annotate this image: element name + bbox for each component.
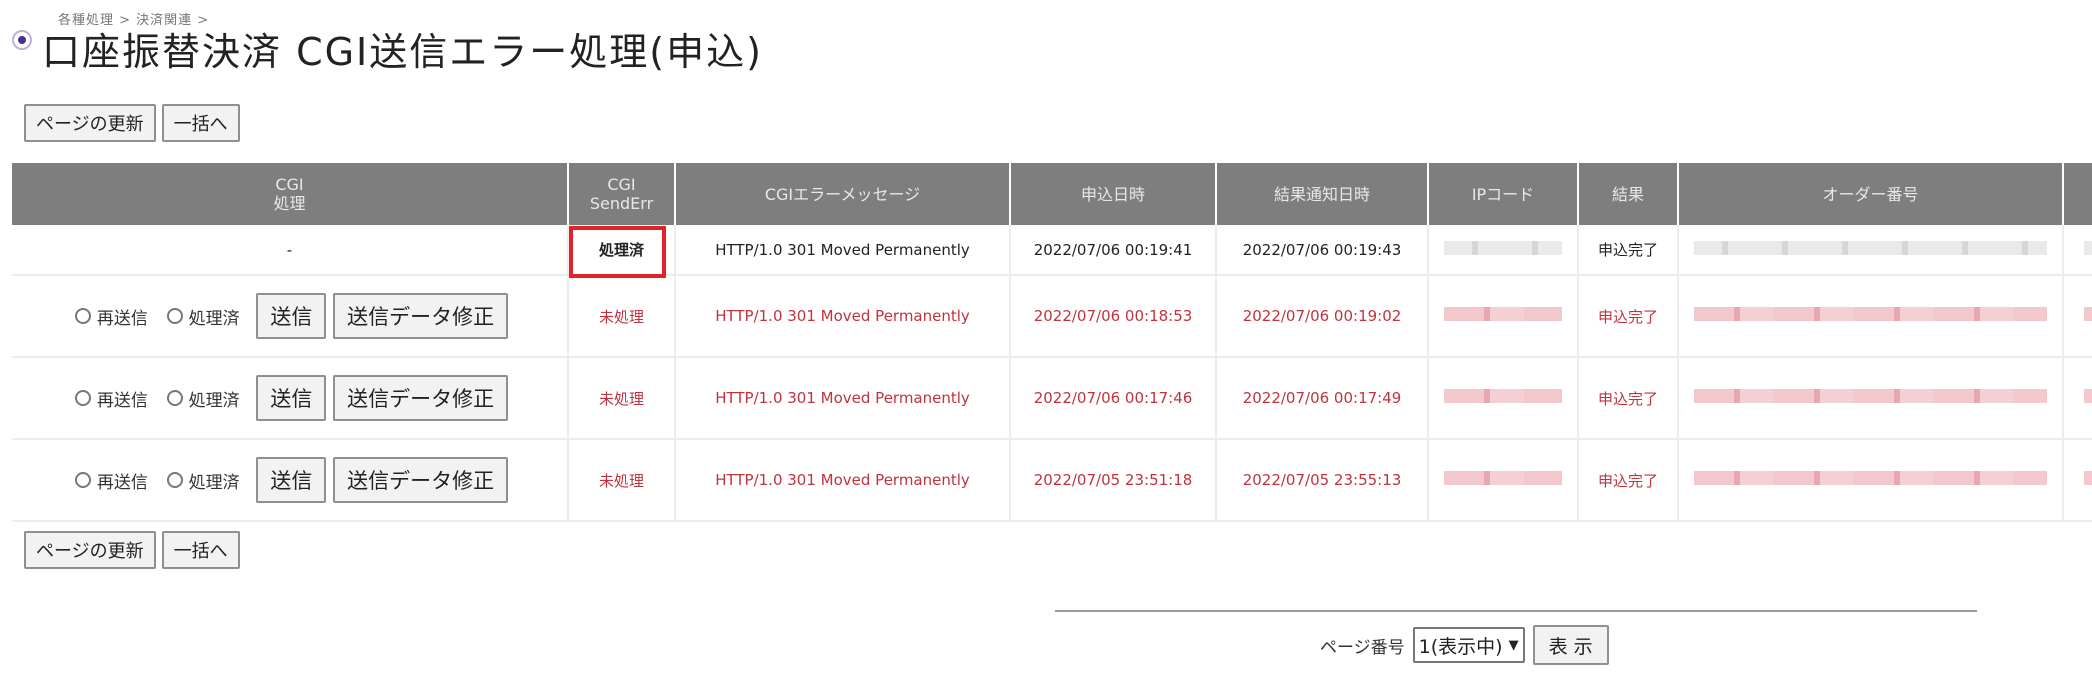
ip-code-redacted bbox=[1428, 439, 1579, 522]
header-result: 結果 bbox=[1578, 163, 1679, 225]
pager: ページ番号 1(表示中) ▼ 表 示 bbox=[1320, 625, 1609, 665]
header-ip-code: IPコード bbox=[1428, 163, 1579, 225]
ip-code-redacted bbox=[1428, 357, 1579, 440]
cgi-process-cell: 再送信 処理済 送信 送信データ修正 bbox=[12, 439, 569, 522]
order-no-redacted bbox=[1678, 275, 2064, 358]
bulk-button[interactable]: 一括へ bbox=[161, 104, 240, 142]
notified-at-cell: 2022/07/05 23:55:13 bbox=[1216, 439, 1429, 522]
pager-divider bbox=[1055, 610, 1977, 612]
send-button[interactable]: 送信 bbox=[256, 457, 327, 503]
table-header: CGI 処理 CGI SendErr CGIエラーメッセージ 申込日時 結果通知… bbox=[12, 163, 2092, 225]
extra-redacted bbox=[2063, 275, 2092, 358]
header-notified-at: 結果通知日時 bbox=[1216, 163, 1429, 225]
error-message-cell: HTTP/1.0 301 Moved Permanently bbox=[675, 225, 1011, 276]
bulk-button[interactable]: 一括へ bbox=[161, 531, 240, 569]
extra-redacted bbox=[2063, 225, 2092, 276]
edit-send-data-button[interactable]: 送信データ修正 bbox=[333, 375, 509, 421]
table-row: - 処理済 HTTP/1.0 301 Moved Permanently 202… bbox=[12, 225, 2092, 276]
error-message-cell: HTTP/1.0 301 Moved Permanently bbox=[675, 439, 1011, 522]
refresh-page-button[interactable]: ページの更新 bbox=[24, 531, 156, 569]
result-cell: 申込完了 bbox=[1578, 225, 1679, 276]
refresh-page-button[interactable]: ページの更新 bbox=[24, 104, 156, 142]
ip-code-redacted bbox=[1428, 225, 1579, 276]
show-page-button[interactable]: 表 示 bbox=[1532, 625, 1609, 665]
notified-at-cell: 2022/07/06 00:19:02 bbox=[1216, 275, 1429, 358]
applied-at-cell: 2022/07/06 00:18:53 bbox=[1010, 275, 1217, 358]
radio-bullet-icon bbox=[12, 30, 32, 50]
page-select[interactable]: 1(表示中) ▼ bbox=[1412, 627, 1525, 663]
extra-redacted bbox=[2063, 357, 2092, 440]
order-no-redacted bbox=[1678, 439, 2064, 522]
send-button[interactable]: 送信 bbox=[256, 293, 327, 339]
result-cell: 申込完了 bbox=[1578, 439, 1679, 522]
notified-at-cell: 2022/07/06 00:17:49 bbox=[1216, 357, 1429, 440]
order-no-redacted bbox=[1678, 357, 2064, 440]
edit-send-data-button[interactable]: 送信データ修正 bbox=[333, 457, 509, 503]
processed-radio[interactable] bbox=[166, 472, 183, 488]
result-cell: 申込完了 bbox=[1578, 275, 1679, 358]
applied-at-cell: 2022/07/06 00:17:46 bbox=[1010, 357, 1217, 440]
senderr-cell: 未処理 bbox=[568, 439, 676, 522]
table-row: 再送信 処理済 送信 送信データ修正 未処理 HTTP/1.0 301 Move… bbox=[12, 275, 2092, 358]
header-cgi-process: CGI 処理 bbox=[12, 163, 569, 225]
result-cell: 申込完了 bbox=[1578, 357, 1679, 440]
send-button[interactable]: 送信 bbox=[256, 375, 327, 421]
cgi-process-cell: - bbox=[12, 225, 569, 276]
resend-radio[interactable] bbox=[74, 472, 91, 488]
header-applied-at: 申込日時 bbox=[1010, 163, 1217, 225]
header-extra bbox=[2063, 163, 2092, 225]
table-row: 再送信 処理済 送信 送信データ修正 未処理 HTTP/1.0 301 Move… bbox=[12, 357, 2092, 440]
header-cgi-senderr: CGI SendErr bbox=[568, 163, 676, 225]
table-row: 再送信 処理済 送信 送信データ修正 未処理 HTTP/1.0 301 Move… bbox=[12, 439, 2092, 522]
ip-code-redacted bbox=[1428, 275, 1579, 358]
applied-at-cell: 2022/07/06 00:19:41 bbox=[1010, 225, 1217, 276]
notified-at-cell: 2022/07/06 00:19:43 bbox=[1216, 225, 1429, 276]
error-message-cell: HTTP/1.0 301 Moved Permanently bbox=[675, 357, 1011, 440]
cgi-process-cell: 再送信 処理済 送信 送信データ修正 bbox=[12, 357, 569, 440]
error-table: CGI 処理 CGI SendErr CGIエラーメッセージ 申込日時 結果通知… bbox=[12, 163, 2092, 522]
senderr-cell: 未処理 bbox=[568, 275, 676, 358]
order-no-redacted bbox=[1678, 225, 2064, 276]
toolbar-top: ページの更新 一括へ bbox=[24, 104, 240, 142]
header-error-message: CGIエラーメッセージ bbox=[675, 163, 1011, 225]
applied-at-cell: 2022/07/05 23:51:18 bbox=[1010, 439, 1217, 522]
header-order-no: オーダー番号 bbox=[1678, 163, 2064, 225]
processed-radio[interactable] bbox=[166, 390, 183, 406]
error-message-cell: HTTP/1.0 301 Moved Permanently bbox=[675, 275, 1011, 358]
processed-radio[interactable] bbox=[166, 308, 183, 324]
page-title: 口座振替決済 CGI送信エラー処理(申込) bbox=[42, 30, 763, 74]
toolbar-bottom: ページの更新 一括へ bbox=[24, 531, 240, 569]
page-number-label: ページ番号 bbox=[1320, 637, 1405, 658]
extra-redacted bbox=[2063, 439, 2092, 522]
resend-radio[interactable] bbox=[74, 390, 91, 406]
senderr-highlight-box bbox=[569, 226, 666, 278]
cgi-process-cell: 再送信 処理済 送信 送信データ修正 bbox=[12, 275, 569, 358]
senderr-cell: 未処理 bbox=[568, 357, 676, 440]
chevron-down-icon: ▼ bbox=[1508, 637, 1519, 653]
resend-radio[interactable] bbox=[74, 308, 91, 324]
edit-send-data-button[interactable]: 送信データ修正 bbox=[333, 293, 509, 339]
